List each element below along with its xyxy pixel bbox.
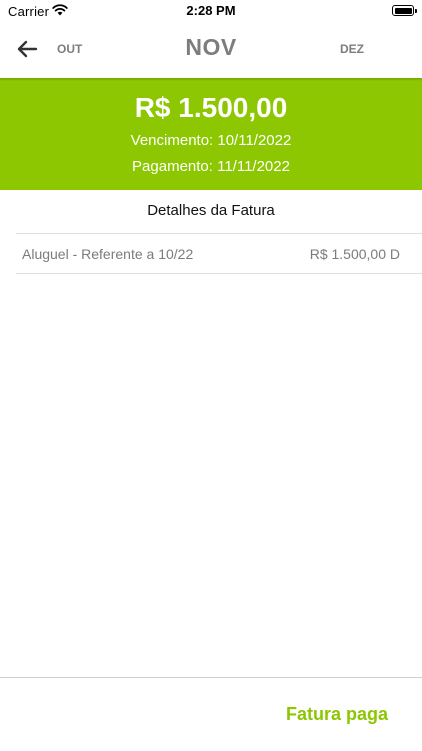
- month-navigation: OUT NOV DEZ: [0, 22, 422, 78]
- invoice-summary: R$ 1.500,00 Vencimento: 10/11/2022 Pagam…: [0, 78, 422, 190]
- payment-status-label: Fatura paga: [285, 704, 388, 724]
- divider: [16, 273, 422, 274]
- battery-icon: [392, 5, 417, 16]
- invoice-item-row[interactable]: Aluguel - Referente a 10/22 R$ 1.500,00 …: [16, 234, 422, 273]
- item-description: Aluguel - Referente a 10/22: [22, 246, 194, 262]
- next-month-button[interactable]: DEZ: [340, 42, 364, 56]
- clock: 2:28 PM: [186, 3, 236, 18]
- status-bar: Carrier 2:28 PM: [0, 0, 422, 22]
- item-amount: R$ 1.500,00 D: [309, 246, 400, 262]
- details-title: Detalhes da Fatura: [147, 202, 275, 219]
- footer: Fatura paga: [0, 677, 422, 751]
- invoice-amount: R$ 1.500,00: [134, 92, 288, 123]
- due-date: Vencimento: 10/11/2022: [130, 132, 292, 149]
- payment-date: Pagamento: 11/11/2022: [132, 158, 290, 175]
